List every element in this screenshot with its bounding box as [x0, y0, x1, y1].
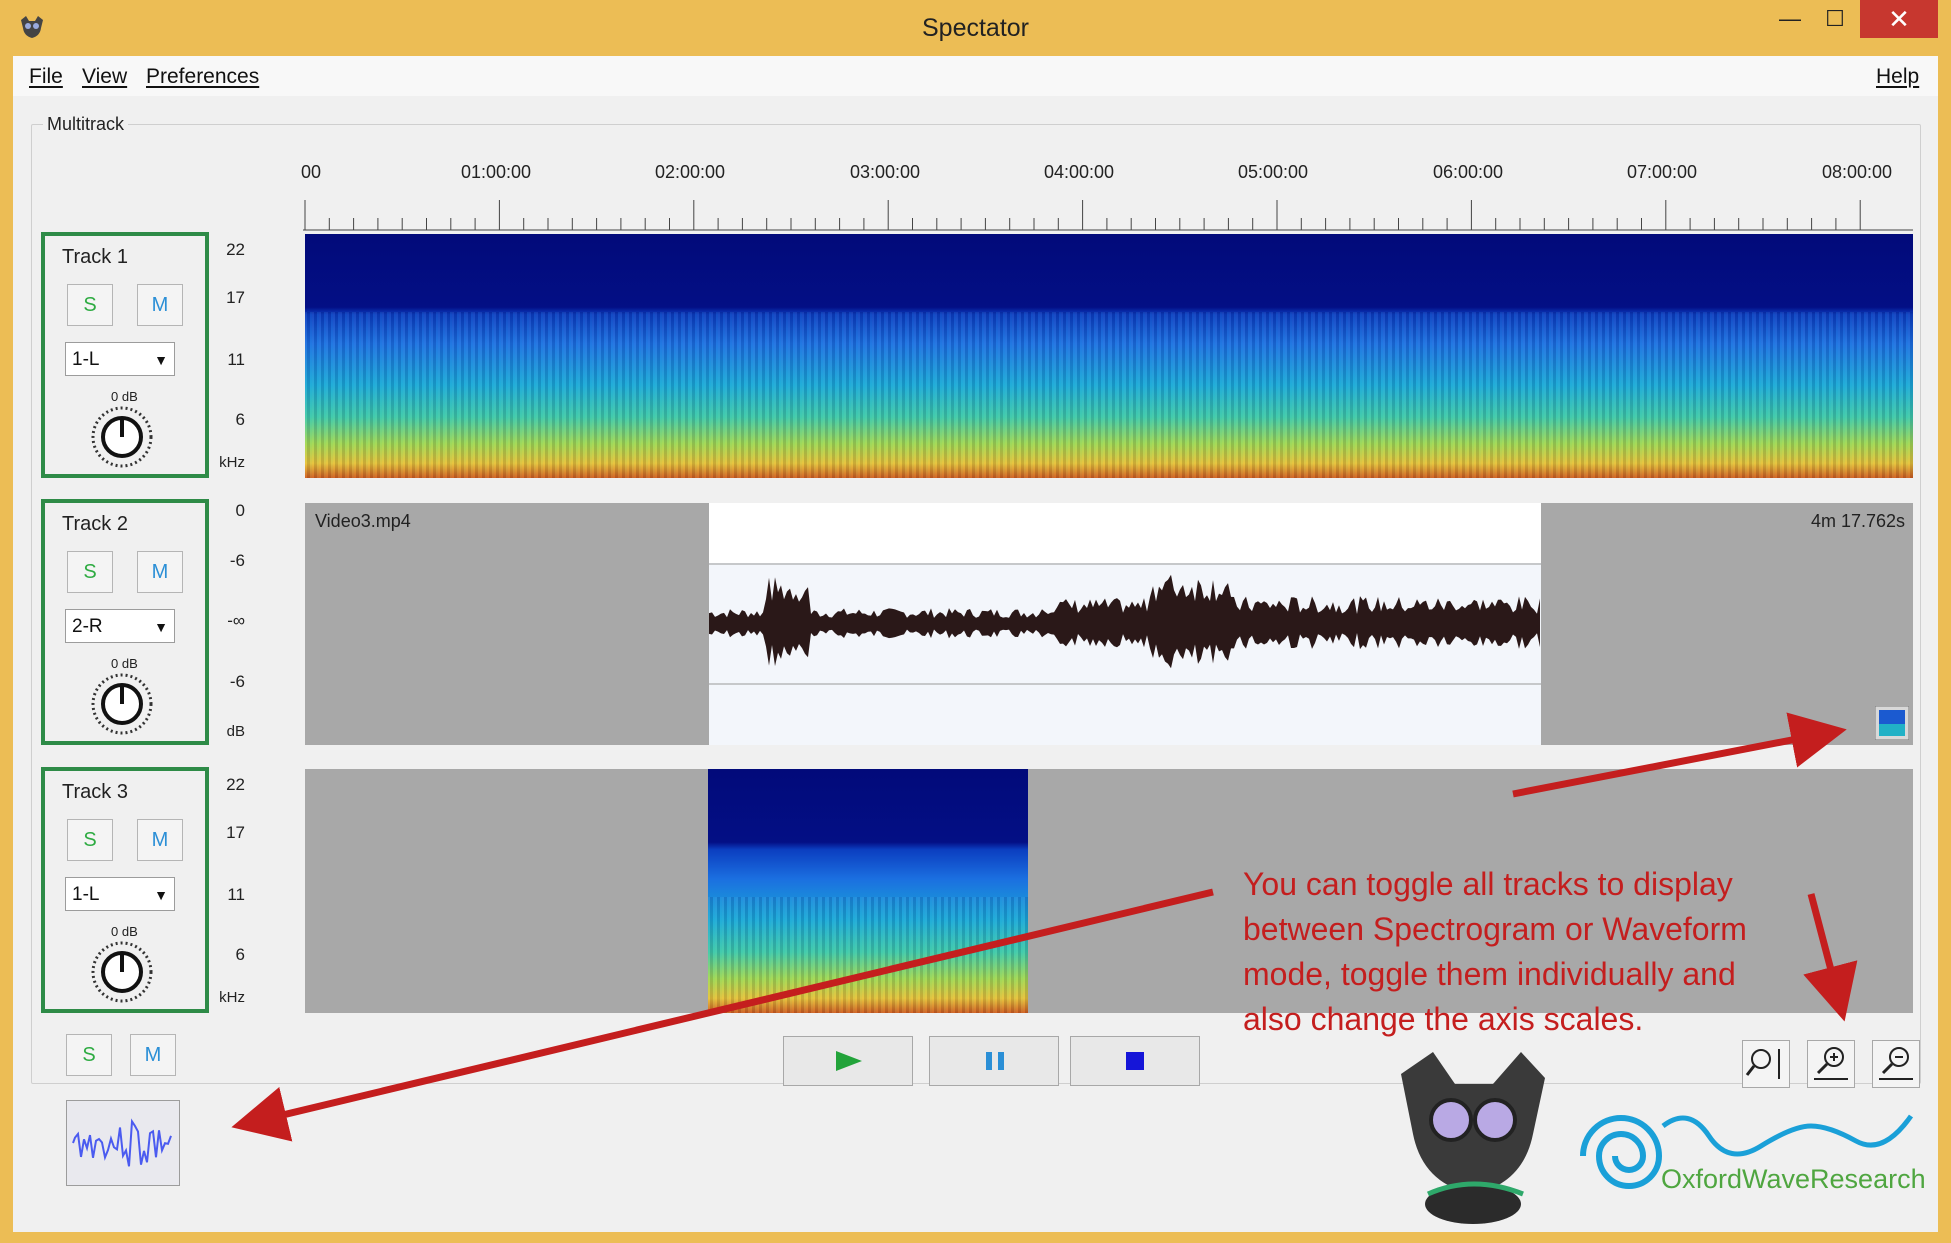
- track-3-y-axis: 22 17 11 6 kHz: [205, 767, 245, 1013]
- y-tick-label: kHz: [219, 454, 245, 471]
- stop-button[interactable]: [1070, 1036, 1200, 1086]
- menu-view[interactable]: View: [82, 65, 127, 89]
- track-2-channel-select[interactable]: 2-R ▼: [65, 609, 175, 643]
- y-tick-label: kHz: [219, 989, 245, 1006]
- track-1-solo-button[interactable]: S: [67, 284, 113, 326]
- y-tick-label: 22: [226, 775, 245, 794]
- track-2-gain-knob[interactable]: [91, 673, 153, 735]
- track-2-file-label: Video3.mp4: [315, 511, 411, 531]
- chevron-down-icon: ▼: [154, 619, 168, 635]
- track-3-panel: Track 3 S M 1-L ▼ 0 dB: [41, 767, 209, 1013]
- menu-file[interactable]: File: [29, 65, 63, 89]
- y-tick-label: -6: [229, 672, 245, 691]
- spectrogram-texture: [305, 312, 1913, 478]
- oxford-wave-research-logo: OxfordWaveResearch: [1580, 1114, 1926, 1194]
- y-tick-label: 11: [227, 885, 245, 904]
- toggle-waveform-button[interactable]: [66, 1100, 180, 1186]
- window-title: Spectator: [921, 14, 1029, 42]
- track-1-panel: Track 1 S M 1-L ▼ 0 dB: [41, 232, 209, 478]
- chevron-down-icon: ▼: [154, 887, 168, 903]
- timeline-ruler[interactable]: 00 01:00:00 02:00:00 03:00:00 04:00:00 0…: [301, 162, 1923, 237]
- global-mute-button[interactable]: M: [130, 1034, 176, 1076]
- title-bar: Spectator — ☐ ✕: [0, 0, 1951, 56]
- timeline-label: 07:00:00: [1627, 162, 1698, 182]
- global-solo-button[interactable]: S: [66, 1034, 112, 1076]
- track-1-y-axis: 22 17 11 6 kHz: [205, 232, 245, 478]
- annotation-callout: You can toggle all tracks to display bet…: [1243, 866, 1747, 1037]
- client-area: File View Preferences Help Multitrack 00…: [13, 56, 1938, 1232]
- track-3-solo-button[interactable]: S: [67, 819, 113, 861]
- timeline-ticks: [303, 200, 1913, 231]
- timeline-label: 00: [301, 162, 322, 182]
- zoom-fit-button[interactable]: [1742, 1040, 1790, 1088]
- track-3-mute-button[interactable]: M: [137, 819, 183, 861]
- zoom-out-icon: [1879, 1047, 1913, 1080]
- cat-mascot-icon: [1401, 1052, 1545, 1224]
- timeline-label: 04:00:00: [1044, 162, 1115, 182]
- track-2-panel: Track 2 S M 2-R ▼ 0 dB: [41, 499, 209, 745]
- track-3-gain-label: 0 dB: [111, 924, 138, 939]
- maximize-button[interactable]: ☐: [1815, 0, 1855, 38]
- spectrogram-texture: [708, 897, 1028, 1013]
- timeline-label: 06:00:00: [1433, 162, 1504, 182]
- timeline-label: 01:00:00: [461, 162, 532, 182]
- timeline-label: 05:00:00: [1238, 162, 1309, 182]
- track-1-name: Track 1: [62, 246, 128, 268]
- track-1-gain-label: 0 dB: [111, 389, 138, 404]
- zoom-in-button[interactable]: [1807, 1040, 1855, 1088]
- track-3-gain-knob[interactable]: [91, 941, 153, 1003]
- timeline-label: 03:00:00: [850, 162, 921, 182]
- track-1-gain-knob[interactable]: [91, 406, 153, 468]
- zoom-out-button[interactable]: [1872, 1040, 1920, 1088]
- y-tick-label: dB: [226, 723, 245, 740]
- multitrack-group-label: Multitrack: [43, 114, 129, 135]
- track-2-y-axis: 0 -6 -∞ -6 dB: [205, 499, 245, 745]
- y-tick-label: 17: [226, 823, 245, 842]
- track-2-gain-label: 0 dB: [111, 656, 138, 671]
- stop-icon: [1126, 1052, 1144, 1070]
- track-1-channel-select[interactable]: 1-L ▼: [65, 342, 175, 376]
- track-3-spectrogram-clip: [708, 769, 1028, 1013]
- pause-icon: [986, 1052, 1004, 1070]
- track-1-spectrogram[interactable]: [305, 234, 1913, 478]
- track-3-channel-value: 1-L: [72, 884, 100, 905]
- logo-text: OxfordWaveResearch: [1661, 1164, 1926, 1194]
- track-2-mute-button[interactable]: M: [137, 551, 183, 593]
- close-button[interactable]: ✕: [1860, 0, 1938, 38]
- y-tick-label: -∞: [227, 611, 245, 630]
- menu-help[interactable]: Help: [1876, 65, 1919, 89]
- track-3-name: Track 3: [62, 781, 128, 803]
- app-window: Spectator — ☐ ✕ File View Preferences He…: [0, 0, 1951, 1243]
- y-tick-label: 11: [227, 350, 245, 369]
- y-tick-label: 22: [226, 240, 245, 259]
- y-tick-label: 6: [235, 945, 245, 964]
- menu-preferences[interactable]: Preferences: [146, 65, 259, 89]
- play-button[interactable]: [783, 1036, 913, 1086]
- track-2-solo-button[interactable]: S: [67, 551, 113, 593]
- toggle-spectrogram-icon[interactable]: [1875, 706, 1909, 740]
- timeline-label: 08:00:00: [1822, 162, 1893, 182]
- track-2-channel-value: 2-R: [72, 616, 103, 637]
- waveform-plot: [709, 503, 1541, 745]
- play-icon: [836, 1051, 862, 1071]
- timeline-label: 02:00:00: [655, 162, 726, 182]
- track-2-waveform[interactable]: Video3.mp4 4m 17.762s: [305, 503, 1913, 745]
- chevron-down-icon: ▼: [154, 352, 168, 368]
- track-2-duration-label: 4m 17.762s: [1810, 511, 1905, 531]
- y-tick-label: 0: [235, 501, 245, 520]
- track-1-mute-button[interactable]: M: [137, 284, 183, 326]
- minimize-button[interactable]: —: [1770, 0, 1810, 38]
- y-tick-label: 17: [226, 288, 245, 307]
- waveform-icon: [72, 1118, 172, 1167]
- pause-button[interactable]: [929, 1036, 1059, 1086]
- track-1-channel-value: 1-L: [72, 349, 100, 370]
- zoom-fit-icon: [1745, 1049, 1780, 1079]
- y-tick-label: 6: [235, 410, 245, 429]
- track-2-name: Track 2: [62, 513, 128, 535]
- track-3-channel-select[interactable]: 1-L ▼: [65, 877, 175, 911]
- zoom-in-icon: [1814, 1047, 1848, 1080]
- y-tick-label: -6: [229, 551, 245, 570]
- menu-bar: File View Preferences Help: [13, 56, 1938, 96]
